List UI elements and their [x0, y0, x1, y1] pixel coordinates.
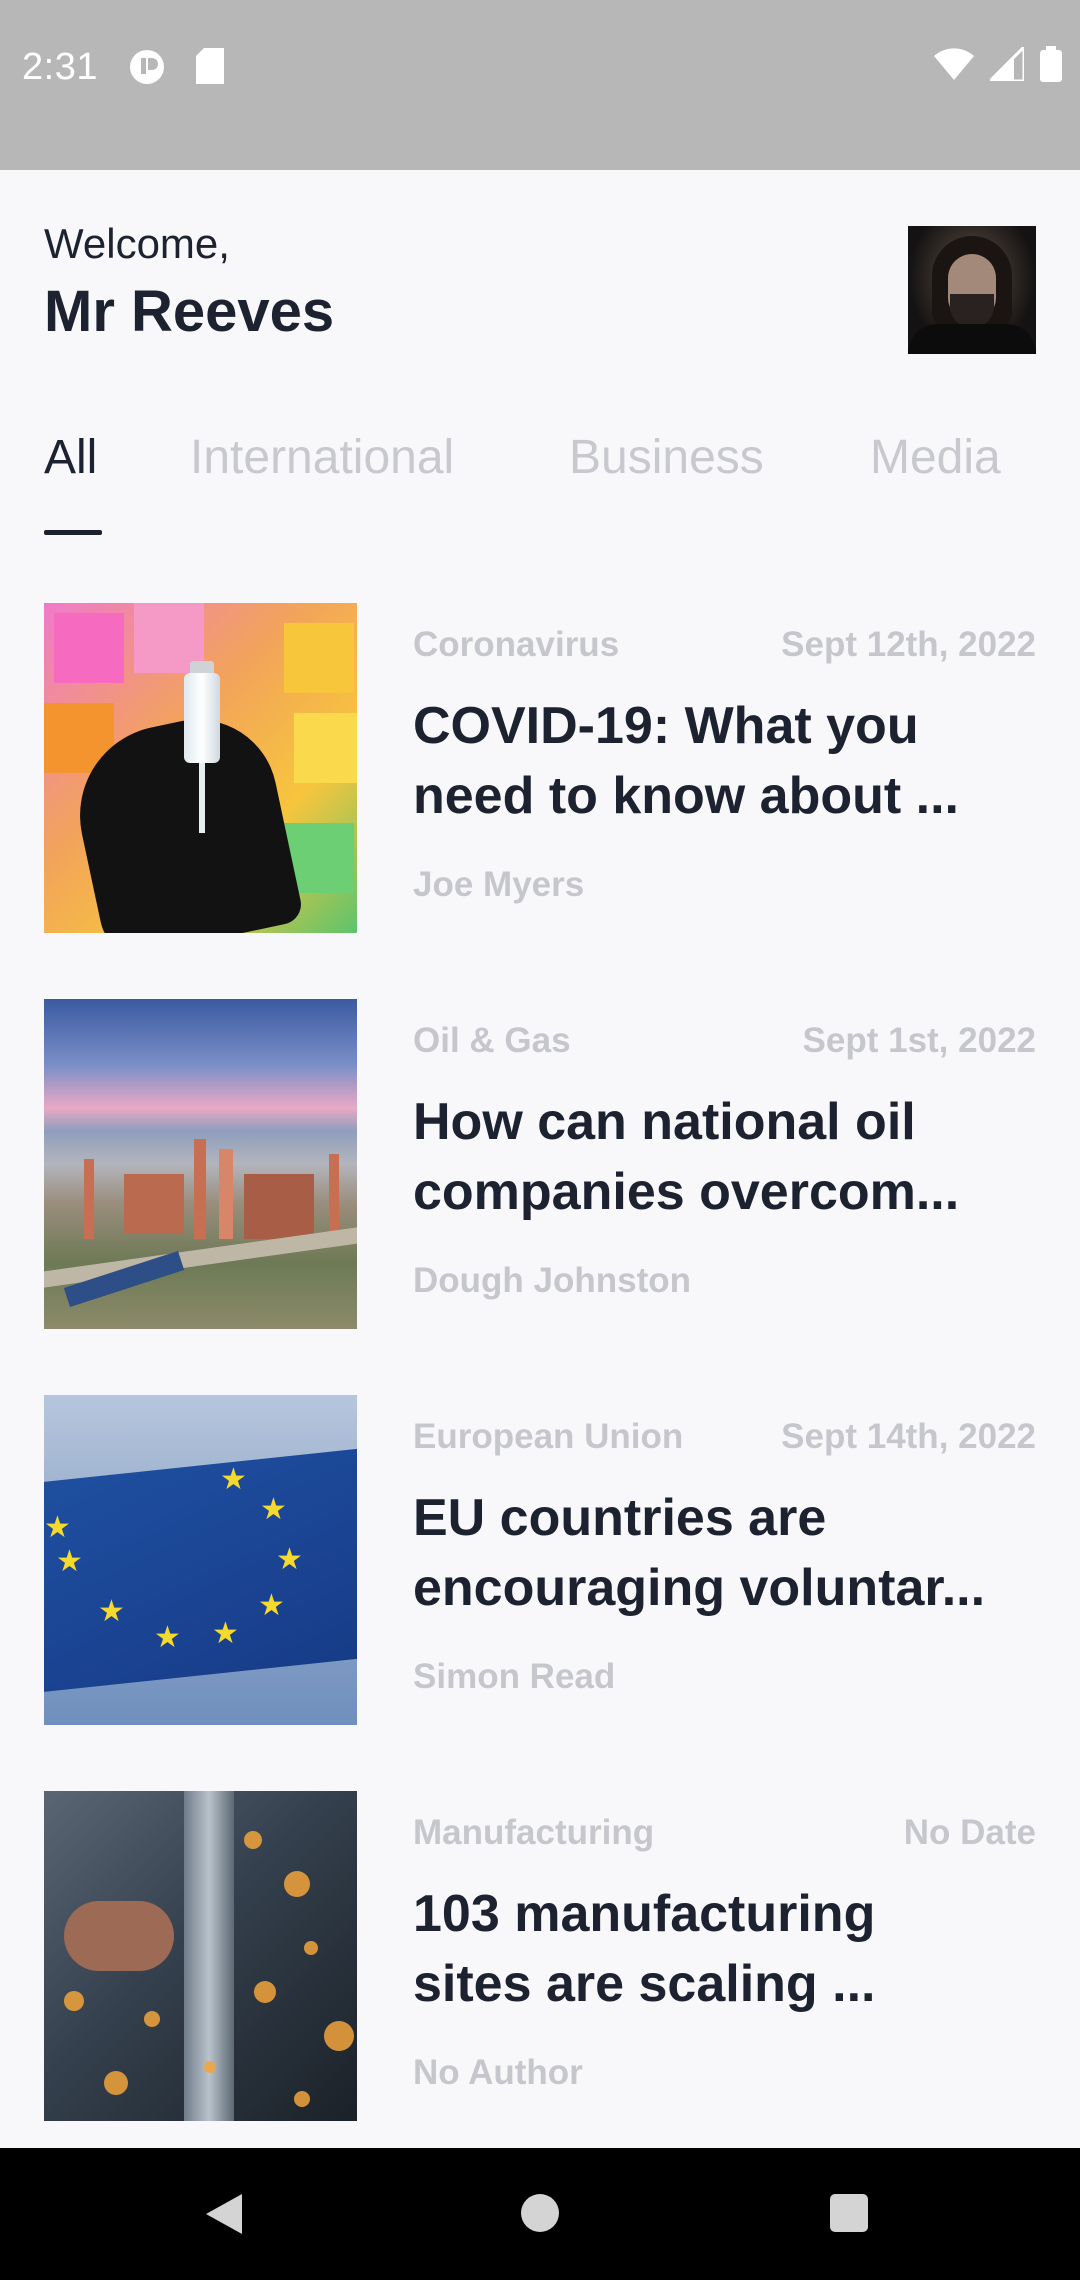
cell-signal-icon [986, 43, 1026, 86]
article-title[interactable]: How can national oil companies overcom..… [413, 1087, 1036, 1227]
spark [284, 1871, 310, 1897]
refinery-tower [219, 1149, 233, 1239]
category-tabs: All International Business Media [44, 430, 1080, 540]
article-author: Joe Myers [413, 865, 585, 904]
refinery-block [124, 1174, 184, 1234]
article-category[interactable]: Manufacturing [413, 1813, 654, 1853]
spark [244, 1831, 262, 1849]
tab-all[interactable]: All [44, 430, 97, 485]
star-icon: ★ [98, 1595, 125, 1628]
welcome-label: Welcome, [44, 220, 230, 267]
pause-badge-icon [128, 48, 166, 91]
article-title-line: COVID-19: What you [413, 697, 919, 755]
article-title[interactable]: COVID-19: What you need to know about ..… [413, 691, 1036, 831]
tab-international[interactable]: International [190, 430, 454, 485]
article-title-line: 103 manufacturing [413, 1885, 876, 1943]
article-title-line: EU countries are [413, 1489, 827, 1547]
article-meta: Manufacturing No Date [413, 1813, 1036, 1853]
spark [304, 1941, 318, 1955]
article-date: No Date [903, 1813, 1036, 1852]
eu-flag [44, 1447, 357, 1693]
article-card[interactable]: Coronavirus Sept 12th, 2022 COVID-19: Wh… [44, 603, 1036, 933]
refinery-tower [84, 1159, 94, 1239]
worker-hand [64, 1901, 174, 1971]
article-date: Sept 12th, 2022 [781, 625, 1036, 664]
article-title-line: How can national oil [413, 1093, 916, 1151]
refinery-block [244, 1174, 314, 1239]
article-title[interactable]: EU countries are encouraging voluntar... [413, 1483, 1036, 1623]
article-thumbnail: ★ ★ ★ ★ ★ ★ ★ ★ ★ [44, 1395, 357, 1725]
spark [204, 2061, 216, 2073]
article-title-line: sites are scaling ... [413, 1955, 876, 2013]
spark [64, 1991, 84, 2011]
recents-icon[interactable] [830, 2194, 868, 2232]
spark [254, 1981, 276, 2003]
article-card[interactable]: Oil & Gas Sept 1st, 2022 How can nationa… [44, 999, 1036, 1329]
article-meta: Oil & Gas Sept 1st, 2022 [413, 1021, 1036, 1061]
home-icon[interactable] [521, 2194, 559, 2232]
star-icon: ★ [56, 1545, 83, 1578]
syringe [199, 763, 205, 833]
sticky-note [284, 623, 354, 693]
system-nav-bar [0, 2148, 1080, 2280]
article-author: Simon Read [413, 1657, 616, 1696]
article-date: Sept 14th, 2022 [781, 1417, 1036, 1456]
refinery-tower [329, 1154, 339, 1239]
spark [104, 2071, 128, 2095]
tab-business[interactable]: Business [569, 430, 764, 485]
vial [184, 673, 220, 763]
refinery-tower [194, 1139, 206, 1239]
star-icon: ★ [212, 1617, 239, 1650]
status-bar: 2:31 [0, 0, 1080, 170]
article-title-line: encouraging voluntar... [413, 1559, 986, 1617]
user-name: Mr Reeves [44, 279, 335, 344]
article-card[interactable]: Manufacturing No Date 103 manufacturing … [44, 1791, 1036, 2121]
star-icon: ★ [276, 1543, 303, 1576]
sticky-note [54, 613, 124, 683]
article-thumbnail [44, 1791, 357, 2121]
star-icon: ★ [260, 1493, 287, 1526]
article-title-line: need to know about ... [413, 767, 959, 825]
tab-media[interactable]: Media [870, 430, 1001, 485]
star-icon: ★ [258, 1589, 285, 1622]
tab-active-indicator [44, 530, 102, 535]
article-author: Dough Johnston [413, 1261, 692, 1300]
article-category[interactable]: European Union [413, 1417, 683, 1457]
article-category[interactable]: Coronavirus [413, 625, 619, 665]
article-author: No Author [413, 2053, 583, 2092]
welcome-header: Welcome, Mr Reeves [44, 220, 1036, 360]
article-date: Sept 1st, 2022 [802, 1021, 1036, 1060]
article-title[interactable]: 103 manufacturing sites are scaling ... [413, 1879, 1036, 2019]
article-thumbnail [44, 603, 357, 933]
avatar-shoulders [908, 324, 1036, 354]
article-meta: Coronavirus Sept 12th, 2022 [413, 625, 1036, 665]
spark [144, 2011, 160, 2027]
article-category[interactable]: Oil & Gas [413, 1021, 571, 1061]
avatar[interactable] [908, 226, 1036, 354]
article-card[interactable]: ★ ★ ★ ★ ★ ★ ★ ★ ★ European Union Sept 14… [44, 1395, 1036, 1725]
wifi-icon [934, 48, 974, 85]
star-icon: ★ [44, 1511, 71, 1544]
spark [324, 2021, 354, 2051]
spark [294, 2091, 310, 2107]
status-time: 2:31 [22, 46, 98, 88]
sd-card-icon [196, 48, 224, 89]
star-icon: ★ [154, 1621, 181, 1654]
article-thumbnail [44, 999, 357, 1329]
back-icon[interactable] [206, 2194, 242, 2234]
article-title-line: companies overcom... [413, 1163, 960, 1221]
article-meta: European Union Sept 14th, 2022 [413, 1417, 1036, 1457]
sticky-note [294, 713, 357, 783]
battery-icon [1040, 46, 1062, 87]
star-icon: ★ [220, 1463, 247, 1496]
